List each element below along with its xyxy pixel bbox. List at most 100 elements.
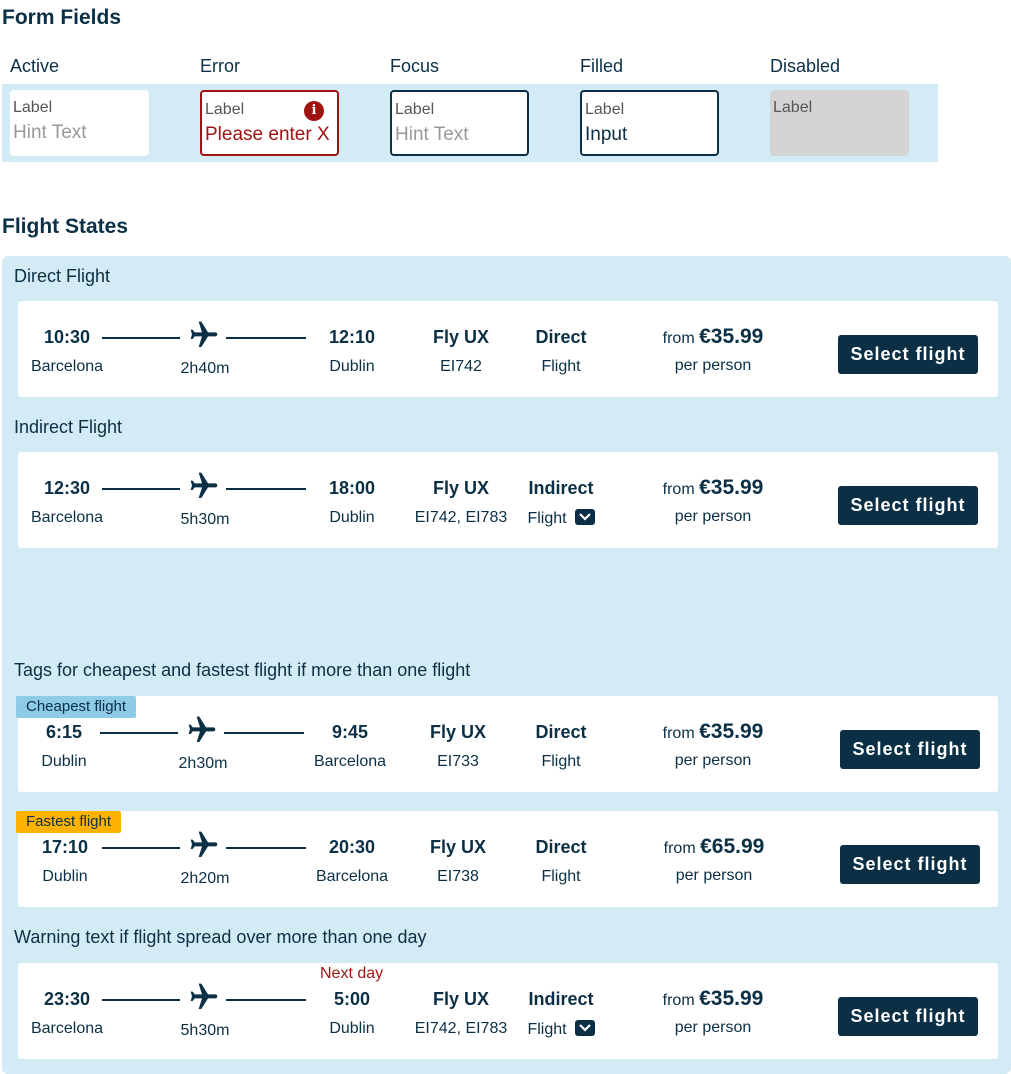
stop-type-sub: Flight — [541, 358, 581, 375]
departure-city: Barcelona — [30, 1020, 104, 1037]
price: from €35.99 — [628, 476, 798, 500]
flight-card: 10:30 Barcelona 2h40m 12:10 Dublin Fly U… — [18, 301, 998, 397]
price-prefix: from — [662, 481, 695, 498]
airplane-icon — [190, 321, 218, 347]
price-amount: €35.99 — [699, 720, 764, 743]
section-title-indirect: Indirect Flight — [14, 417, 123, 437]
flight-duration: 2h30m — [178, 755, 228, 772]
price-prefix: from — [662, 330, 695, 347]
flight-card: 12:30 Barcelona 5h30m 18:00 Dublin Fly U… — [18, 452, 998, 548]
field-label: Label — [395, 101, 435, 118]
select-flight-button[interactable]: Select flight — [838, 997, 978, 1036]
chevron-down-icon[interactable] — [574, 1020, 595, 1036]
stop-details-toggle[interactable]: Flight — [501, 509, 621, 528]
per-person: per person — [674, 752, 752, 769]
filled-field[interactable]: Label Input — [580, 90, 719, 156]
per-person: per person — [674, 357, 752, 374]
disabled-field: Label — [770, 90, 909, 156]
price: from €35.99 — [628, 325, 798, 349]
state-label-focus: Focus — [390, 56, 440, 76]
route-line — [102, 337, 180, 339]
route-line — [100, 732, 178, 734]
airplane-icon — [190, 472, 218, 498]
stop-type-sub: Flight — [541, 753, 581, 770]
stop-type: Direct — [535, 722, 587, 742]
arrival-time: 12:10 — [328, 327, 376, 347]
price-amount: €35.99 — [699, 476, 764, 499]
state-label-active: Active — [10, 56, 60, 76]
route-line — [224, 732, 304, 734]
state-label-filled: Filled — [580, 56, 624, 76]
stop-details-toggle[interactable]: Flight — [501, 1020, 621, 1039]
flight-duration: 5h30m — [180, 1022, 230, 1039]
error-field[interactable]: Label Please enter X i — [200, 90, 339, 156]
flight-states-title: Flight States — [2, 215, 129, 238]
arrival-city: Dublin — [329, 509, 375, 526]
chevron-down-icon[interactable] — [574, 509, 595, 525]
stop-type-sub: Flight — [527, 510, 567, 527]
price-prefix: from — [662, 725, 695, 742]
section-title-tags: Tags for cheapest and fastest flight if … — [14, 660, 471, 680]
flight-card: 23:30 Barcelona 5h30m Next day 5:00 Dubl… — [18, 963, 998, 1059]
arrival-time: 9:45 — [331, 722, 369, 742]
route-line — [102, 847, 180, 849]
route-line — [226, 337, 306, 339]
per-person: per person — [674, 1019, 752, 1036]
cheapest-flight-tag: Cheapest flight — [16, 696, 137, 718]
field-hint: Hint Text — [395, 124, 469, 145]
stop-type: Indirect — [528, 989, 594, 1009]
departure-city: Barcelona — [30, 509, 104, 526]
price-prefix: from — [663, 840, 696, 857]
arrival-time: 20:30 — [328, 837, 376, 857]
arrival-city: Dublin — [329, 358, 375, 375]
airplane-icon — [188, 716, 216, 742]
airplane-icon — [190, 831, 218, 857]
active-field[interactable]: Label Hint Text — [10, 90, 149, 156]
flight-duration: 2h40m — [180, 360, 230, 377]
price-amount: €35.99 — [699, 325, 764, 348]
price: from €65.99 — [629, 835, 799, 859]
airplane-icon — [190, 983, 218, 1009]
select-flight-button[interactable]: Select flight — [840, 730, 980, 769]
select-flight-button[interactable]: Select flight — [838, 335, 978, 374]
stop-type-sub: Flight — [527, 1021, 567, 1038]
price-amount: €65.99 — [700, 835, 765, 858]
stop-type: Indirect — [528, 478, 594, 498]
route-line — [226, 488, 306, 490]
error-info-icon: i — [304, 101, 324, 121]
flight-duration: 2h20m — [180, 870, 230, 887]
form-fields-title: Form Fields — [2, 6, 122, 29]
field-label: Label — [773, 99, 813, 116]
arrival-time: 18:00 — [328, 478, 376, 498]
flight-card: 17:10 Dublin 2h20m 20:30 Barcelona Fly U… — [18, 811, 998, 907]
departure-city: Barcelona — [30, 358, 104, 375]
price: from €35.99 — [628, 987, 798, 1011]
per-person: per person — [675, 867, 753, 884]
field-error-message: Please enter X — [205, 124, 330, 145]
fastest-flight-tag: Fastest flight — [16, 811, 122, 833]
field-label: Label — [13, 99, 53, 116]
focus-field[interactable]: Label Hint Text — [390, 90, 529, 156]
state-label-error: Error — [200, 56, 240, 76]
flight-duration: 5h30m — [180, 511, 230, 528]
route-line — [102, 999, 180, 1001]
stop-type-sub: Flight — [541, 868, 581, 885]
select-flight-button[interactable]: Select flight — [838, 486, 978, 525]
departure-city: Dublin — [41, 753, 87, 770]
form-fields-strip: Label Hint Text Label Please enter X i L… — [2, 84, 938, 162]
departure-city: Dublin — [42, 868, 88, 885]
section-title-warning: Warning text if flight spread over more … — [14, 927, 427, 947]
arrival-city: Barcelona — [313, 753, 387, 770]
flight-card: 6:15 Dublin 2h30m 9:45 Barcelona Fly UX … — [18, 696, 998, 792]
select-flight-button[interactable]: Select flight — [840, 845, 980, 884]
state-label-disabled: Disabled — [770, 56, 841, 76]
field-hint: Hint Text — [13, 122, 87, 143]
price-prefix: from — [662, 992, 695, 1009]
price: from €35.99 — [628, 720, 798, 744]
section-title-direct: Direct Flight — [14, 266, 111, 286]
next-day-warning: Next day — [320, 965, 384, 982]
arrival-city: Dublin — [329, 1020, 375, 1037]
route-line — [226, 999, 306, 1001]
per-person: per person — [674, 508, 752, 525]
field-input-value: Input — [585, 124, 628, 145]
